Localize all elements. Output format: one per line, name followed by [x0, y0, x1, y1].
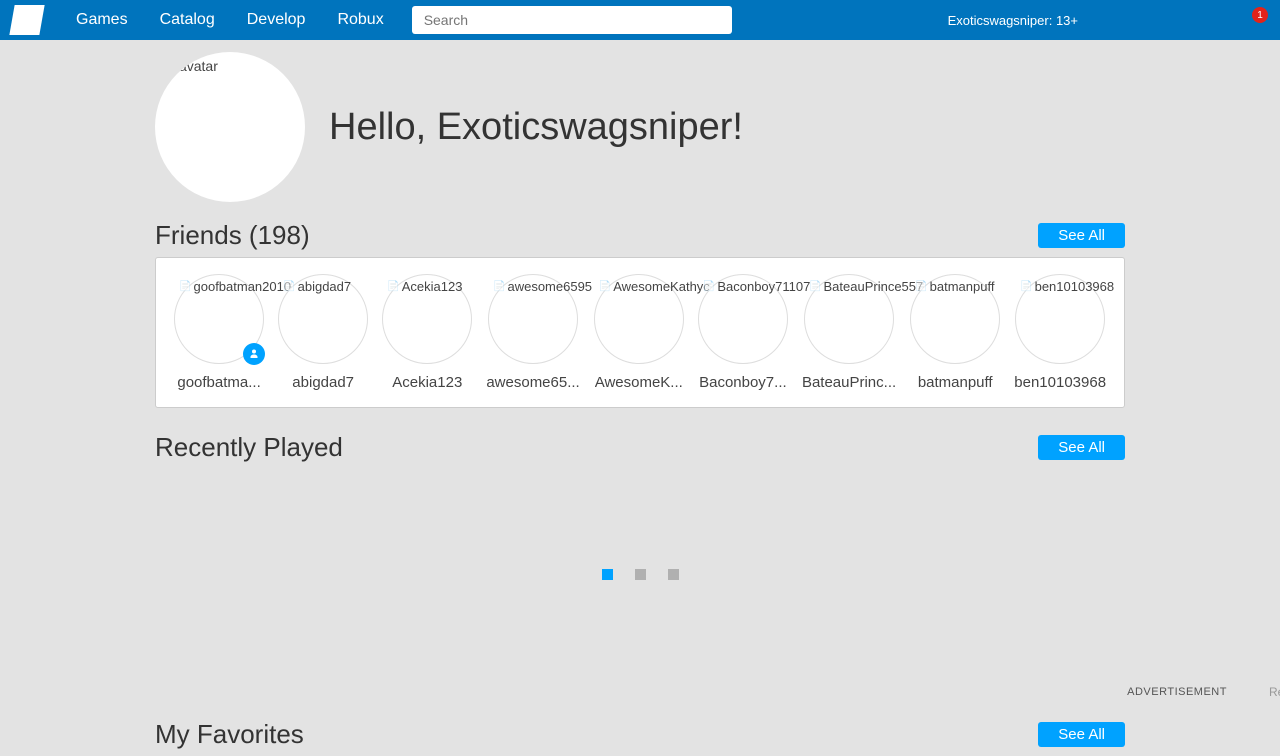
friend-item[interactable]: abigdad7 abigdad7 [278, 274, 368, 391]
loading-dot-icon [668, 569, 679, 580]
nav-catalog[interactable]: Catalog [144, 11, 231, 29]
friend-name: awesome65... [486, 374, 579, 391]
nav-robux[interactable]: Robux [321, 11, 399, 29]
friend-item[interactable]: ben10103968 ben10103968 [1014, 274, 1106, 391]
friend-avatar: AwesomeKathyc [594, 274, 684, 364]
friend-avatar: abigdad7 [278, 274, 368, 364]
hero-section: avatar Hello, Exoticswagsniper! [155, 52, 1125, 202]
recently-played-see-all-button[interactable]: See All [1038, 435, 1125, 460]
advertisement-label: ADVERTISEMENT [1127, 686, 1227, 698]
search-input[interactable] [412, 6, 732, 34]
friends-see-all-button[interactable]: See All [1038, 223, 1125, 248]
nav-games[interactable]: Games [60, 11, 144, 29]
friend-avatar: Baconboy71107 [698, 274, 788, 364]
report-link[interactable]: Report [1269, 685, 1280, 699]
friend-item[interactable]: BateauPrince557 BateauPrinc... [802, 274, 896, 391]
friend-avatar: BateauPrince557 [804, 274, 894, 364]
friend-name: Acekia123 [392, 374, 462, 391]
friend-item[interactable]: Baconboy71107 Baconboy7... [698, 274, 788, 391]
online-status-icon [243, 343, 265, 365]
friends-title: Friends (198) [155, 220, 310, 251]
friend-name: goofbatma... [177, 374, 260, 391]
nav-develop[interactable]: Develop [231, 11, 322, 29]
friend-item[interactable]: AwesomeKathyc AwesomeK... [594, 274, 684, 391]
avatar[interactable]: avatar [155, 52, 305, 202]
friend-name: abigdad7 [292, 374, 354, 391]
friend-item[interactable]: goofbatman2010 goofbatma... [174, 274, 264, 391]
recently-played-title: Recently Played [155, 432, 343, 463]
friend-name: batmanpuff [918, 374, 993, 391]
avatar-alt-text: avatar [179, 58, 218, 74]
friend-avatar: Acekia123 [382, 274, 472, 364]
notification-badge[interactable]: 1 [1252, 7, 1268, 23]
loading-dot-icon [635, 569, 646, 580]
friend-item[interactable]: Acekia123 Acekia123 [382, 274, 472, 391]
friend-item[interactable]: batmanpuff batmanpuff [910, 274, 1000, 391]
favorites-see-all-button[interactable]: See All [1038, 722, 1125, 747]
friend-avatar: goofbatman2010 [174, 274, 264, 364]
user-age-label[interactable]: Exoticswagsniper: 13+ [948, 13, 1078, 28]
loading-dot-icon [602, 569, 613, 580]
friend-name: Baconboy7... [699, 374, 787, 391]
friend-item[interactable]: awesome6595 awesome65... [486, 274, 579, 391]
friend-name: BateauPrinc... [802, 374, 896, 391]
friend-avatar: batmanpuff [910, 274, 1000, 364]
friend-name: ben10103968 [1014, 374, 1106, 391]
advertisement-row: ADVERTISEMENT Report [155, 679, 1280, 719]
friend-name: AwesomeK... [595, 374, 683, 391]
friends-list: goofbatman2010 goofbatma... abigdad7 abi… [155, 257, 1125, 408]
friend-avatar: ben10103968 [1015, 274, 1105, 364]
greeting-title: Hello, Exoticswagsniper! [329, 106, 743, 149]
favorites-title: My Favorites [155, 719, 304, 750]
loading-indicator [155, 469, 1125, 679]
friend-avatar: awesome6595 [488, 274, 578, 364]
top-nav: Games Catalog Develop Robux Exoticswagsn… [0, 0, 1280, 40]
logo-icon[interactable] [9, 5, 44, 35]
